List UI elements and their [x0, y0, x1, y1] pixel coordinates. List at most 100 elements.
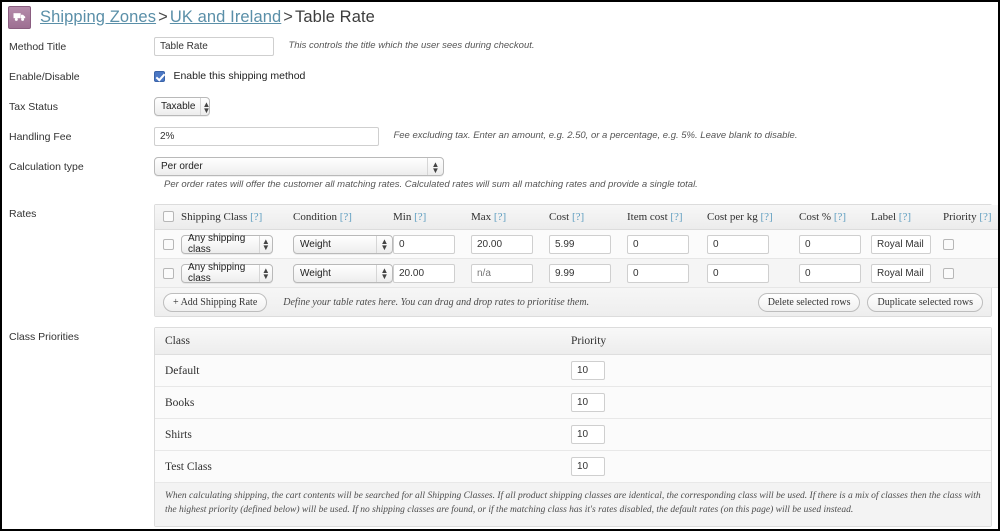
label-enable-disable: Enable/Disable	[9, 71, 80, 83]
rate-row-item-cost-cell	[627, 258, 707, 288]
stepper-arrows-icon: ▲ ▼	[200, 98, 211, 115]
rate-item-cost-input[interactable]	[627, 234, 689, 254]
rate-row-max-cell	[471, 258, 549, 288]
help-icon-item-cost[interactable]: [?]	[670, 211, 682, 223]
label-rates: Rates	[9, 208, 37, 220]
label-tax-status: Tax Status	[9, 101, 59, 113]
rate-row-min-cell	[393, 229, 471, 259]
shipping-settings-page: Shipping Zones > UK and Ireland > Table Rate…	[0, 0, 1000, 531]
rate-cost-input[interactable]	[549, 234, 611, 254]
help-icon-label[interactable]: [?]	[899, 211, 911, 223]
method-title-input[interactable]	[154, 37, 274, 56]
rates-header-cost-pct-text: Cost %	[799, 211, 832, 223]
rate-cost-pct-input[interactable]	[799, 234, 861, 254]
rate-cost-pct-input[interactable]	[799, 263, 861, 283]
rate-label-input[interactable]	[871, 234, 931, 254]
rate-priority-checkbox[interactable]	[943, 239, 954, 250]
stepper-arrows-icon: ▲ ▼	[376, 264, 392, 282]
rate-condition-value: Weight	[300, 238, 331, 250]
enable-shipping-method-checkbox[interactable]	[154, 71, 165, 82]
tax-status-select[interactable]: Taxable ▲ ▼	[154, 97, 210, 116]
rate-min-input[interactable]	[393, 263, 455, 283]
class-priority-cell	[561, 450, 991, 483]
label-handling-fee: Handling Fee	[9, 131, 72, 143]
field-method-title: This controls the title which the user s…	[154, 32, 998, 62]
rate-cost-per-kg-input[interactable]	[707, 234, 769, 254]
breadcrumb-text: Shipping Zones > UK and Ireland > Table Rate	[40, 8, 375, 27]
field-class-priorities: Class Priority Default 10 Books 10 Shirt…	[154, 322, 998, 529]
class-priorities-note: When calculating shipping, the cart cont…	[155, 483, 991, 526]
rate-shipping-class-value: Any shipping class	[188, 233, 246, 255]
help-icon-condition[interactable]: [?]	[340, 211, 352, 223]
rates-header-item-cost-text: Item cost	[627, 211, 668, 223]
handling-fee-description: Fee excluding tax. Enter an amount, e.g.…	[393, 130, 798, 142]
help-icon-min[interactable]: [?]	[414, 211, 426, 223]
calculation-type-value: Per order	[161, 161, 203, 172]
rate-row-select-checkbox[interactable]	[163, 239, 174, 250]
class-priority-input[interactable]	[571, 457, 605, 476]
class-name-cell: Shirts	[155, 418, 561, 451]
class-priorities-panel: Class Priority Default 10 Books 10 Shirt…	[154, 327, 992, 527]
rate-row-priority-cell	[943, 258, 998, 288]
help-icon-shipping-class[interactable]: [?]	[250, 211, 262, 223]
class-priorities-header-class: Class	[155, 328, 561, 355]
stepper-arrows-icon: ▲ ▼	[427, 158, 443, 175]
rate-row-select-checkbox[interactable]	[163, 268, 174, 279]
rate-row-label-cell	[871, 258, 943, 288]
rate-cost-per-kg-input[interactable]	[707, 263, 769, 283]
calculation-type-select[interactable]: Per order ▲ ▼	[154, 157, 444, 176]
help-icon-priority[interactable]: [?]	[979, 211, 991, 223]
rates-header-shipping-class: Shipping Class [?]	[181, 205, 293, 230]
table-row: Test Class	[155, 450, 991, 483]
help-icon-cost[interactable]: [?]	[572, 211, 584, 223]
class-name-cell: Books	[155, 386, 561, 419]
rate-row-cost-cell	[549, 229, 627, 259]
class-priority-input[interactable]	[571, 393, 605, 412]
rates-header-min: Min [?]	[393, 205, 471, 230]
rate-label-input[interactable]	[871, 263, 931, 283]
class-priority-input[interactable]	[571, 361, 605, 380]
class-priority-cell	[561, 386, 991, 419]
rate-shipping-class-select[interactable]: Any shipping class ▲ ▼	[181, 233, 273, 255]
field-rates: Shipping Class [?] Condition [?] Min [?]…	[154, 199, 998, 322]
method-title-description: This controls the title which the user s…	[288, 40, 535, 52]
delete-selected-rows-button[interactable]: Delete selected rows	[757, 292, 861, 312]
rates-header-priority-text: Priority	[943, 211, 977, 223]
rate-max-input[interactable]	[471, 234, 533, 254]
rate-cost-input[interactable]	[549, 263, 611, 283]
select-all-rates-checkbox[interactable]	[163, 211, 174, 222]
rate-item-cost-input[interactable]	[627, 263, 689, 283]
rates-panel: Shipping Class [?] Condition [?] Min [?]…	[154, 204, 998, 317]
label-calculation-type: Calculation type	[9, 161, 84, 173]
help-icon-cost-per-kg[interactable]: [?]	[760, 211, 772, 223]
rate-max-input[interactable]	[471, 263, 533, 283]
table-row: Books	[155, 386, 991, 419]
class-priorities-header-row: Class Priority	[155, 328, 991, 355]
rate-min-input[interactable]	[393, 234, 455, 254]
shipping-truck-icon	[8, 5, 31, 29]
add-shipping-rate-button[interactable]: + Add Shipping Rate	[163, 292, 268, 312]
rate-condition-select[interactable]: Weight ▲ ▼	[293, 263, 393, 283]
form-row-method-title: Method Title This controls the title whi…	[2, 32, 998, 62]
table-row: Any shipping class ▲ ▼ Weight ▲ ▼	[155, 229, 998, 259]
rate-shipping-class-select[interactable]: Any shipping class ▲ ▼	[181, 262, 273, 284]
help-icon-max[interactable]: [?]	[494, 211, 506, 223]
duplicate-selected-rows-button[interactable]: Duplicate selected rows	[867, 292, 983, 312]
breadcrumb-link-uk-and-ireland[interactable]: UK and Ireland	[170, 8, 281, 26]
help-icon-cost-pct[interactable]: [?]	[834, 211, 846, 223]
class-priority-cell	[561, 354, 991, 387]
form-row-tax-status: Tax Status Taxable ▲ ▼	[2, 92, 998, 122]
class-priority-cell	[561, 418, 991, 451]
handling-fee-input[interactable]	[154, 127, 379, 146]
rates-header-label-text: Label	[871, 211, 897, 223]
field-tax-status: Taxable ▲ ▼	[154, 92, 998, 122]
rate-condition-select[interactable]: Weight ▲ ▼	[293, 234, 393, 254]
rate-priority-checkbox[interactable]	[943, 268, 954, 279]
rate-row-cost-pct-cell	[799, 258, 871, 288]
field-handling-fee: Fee excluding tax. Enter an amount, e.g.…	[154, 122, 998, 152]
rates-table: Shipping Class [?] Condition [?] Min [?]…	[155, 205, 998, 288]
breadcrumb: Shipping Zones > UK and Ireland > Table Rate	[2, 2, 998, 32]
breadcrumb-link-shipping-zones[interactable]: Shipping Zones	[40, 8, 156, 26]
class-priority-input[interactable]	[571, 425, 605, 444]
rates-toolbar-actions: Delete selected rows Duplicate selected …	[757, 292, 983, 312]
